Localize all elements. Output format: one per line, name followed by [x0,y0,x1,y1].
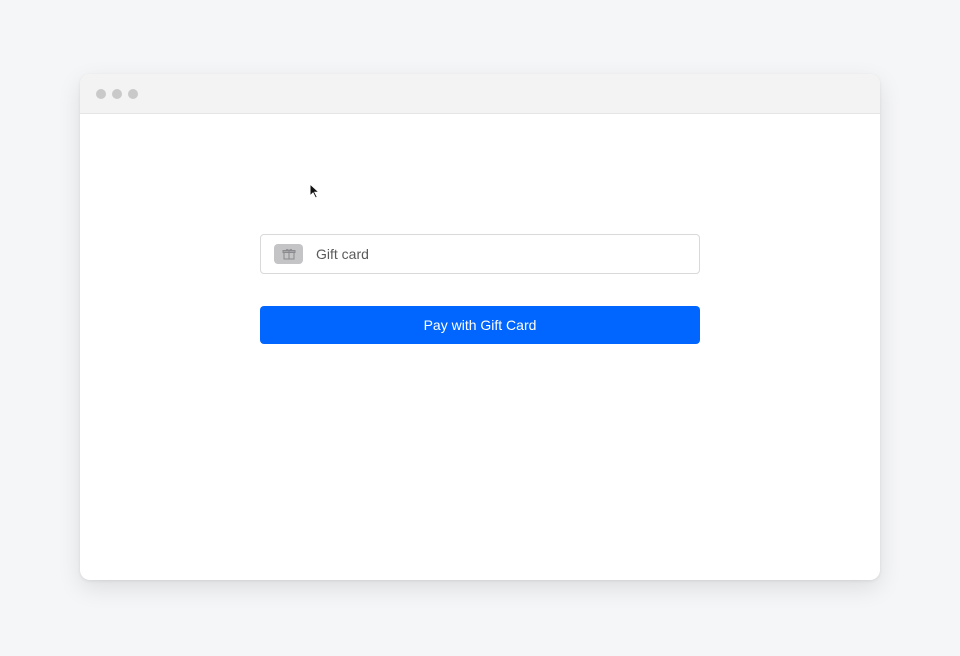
window-maximize-control[interactable] [128,88,138,99]
pay-with-gift-card-button[interactable]: Pay with Gift Card [260,306,700,344]
mouse-cursor-icon [309,183,321,199]
window-minimize-control[interactable] [112,88,122,99]
gift-card-field[interactable] [260,234,700,274]
gift-card-input[interactable] [316,235,699,273]
window-close-control[interactable] [96,88,106,99]
title-bar [80,74,880,114]
gift-icon [274,244,303,264]
browser-window: Pay with Gift Card [80,74,880,580]
page-content: Pay with Gift Card [80,114,880,580]
